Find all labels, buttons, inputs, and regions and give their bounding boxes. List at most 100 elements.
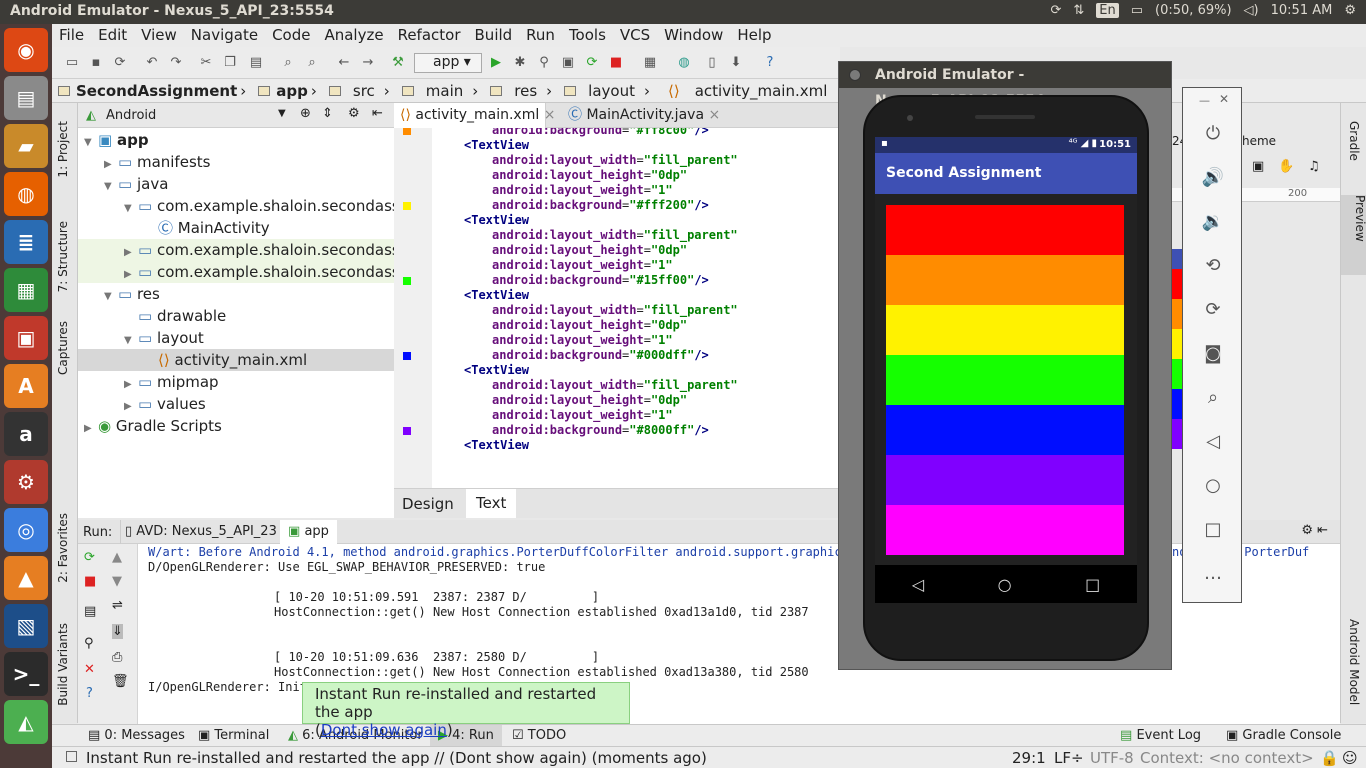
avd-manager-icon[interactable]: ▯ [704,55,720,71]
breadcrumb-file[interactable]: ⟨⟩ activity_main.xml [656,82,839,100]
writer-icon[interactable]: ≣ [4,220,48,264]
pan-hand-icon[interactable]: ✋ [1278,159,1294,174]
text-tab[interactable]: Text [466,489,517,518]
more-icon[interactable]: … [1199,560,1227,588]
notification-bell-icon[interactable]: ♫ [1308,159,1320,174]
close-tab-icon[interactable]: × [708,107,720,123]
back-nav-icon[interactable]: ← [336,55,352,71]
project-tool-tab[interactable]: 1: Project [56,121,70,178]
coverage-icon[interactable]: ▣ [560,55,576,71]
close-run-icon[interactable]: ✕ [84,662,95,677]
close-window-icon[interactable] [849,69,861,81]
context-indicator[interactable]: Context: <no context> [1140,749,1314,767]
expand-arrow-icon[interactable]: ▶ [124,264,138,283]
nav-recents-icon[interactable]: □ [1085,575,1100,594]
battery-status[interactable]: (0:50, 69%) [1155,3,1232,18]
android-model-tool-tab[interactable]: Android Model [1347,619,1361,705]
gradle-console-tab[interactable]: ▣ Gradle Console [1226,728,1341,743]
tab-activity-main[interactable]: ⟨⟩ activity_main.xml × [394,103,555,128]
caret-position[interactable]: 29:1 [1012,749,1046,767]
build-variants-tool-tab[interactable]: Build Variants [56,623,70,706]
project-view-select[interactable]: Android [106,108,156,123]
scroll-up-icon[interactable]: ▲ [112,550,122,565]
stop-icon[interactable]: ■ [608,55,624,71]
color-swatch-icon[interactable] [403,277,411,285]
settings-icon[interactable]: ⚙ [4,460,48,504]
expand-arrow-icon[interactable]: ▼ [104,286,118,305]
design-tab[interactable]: Design [402,495,454,513]
menu-code[interactable]: Code [265,24,317,47]
menu-edit[interactable]: Edit [91,24,134,47]
terminal-tab[interactable]: ▣ Terminal [198,728,269,743]
tree-item[interactable]: ▼ ▭ res [78,283,394,305]
tree-item[interactable]: ▶ ▭ values [78,393,394,415]
make-project-icon[interactable]: ⚒ [390,55,406,71]
soft-wrap-icon[interactable]: ⇌ [112,598,123,613]
clear-all-icon[interactable]: 🗑 [112,674,129,689]
volume-down-icon[interactable]: 🔉 [1199,208,1227,236]
expand-arrow-icon[interactable]: ▶ [84,418,98,437]
power-menu-icon[interactable]: ⚙ [1344,3,1356,18]
pin-tab-icon[interactable]: ⚲ [84,636,94,651]
breadcrumb-res[interactable]: res › [484,82,558,100]
menu-navigate[interactable]: Navigate [184,24,265,47]
volume-up-icon[interactable]: 🔊 [1199,164,1227,192]
tab-main-activity[interactable]: Ⓒ MainActivity.java × [562,103,720,128]
tree-item[interactable]: ▼ ▣ app [78,129,394,151]
system-tray[interactable]: ⟳ ⇅ En ▭ (0:50, 69%) ◁) 10:51 AM ⚙ [1050,3,1356,18]
tree-item[interactable]: ▶ ◉ Gradle Scripts [78,415,394,437]
run-settings-icon[interactable]: ⚙ ⇤ [1301,523,1328,538]
theme-label[interactable]: heme [1242,134,1276,148]
expand-arrow-icon[interactable]: ▼ [124,330,138,349]
volume-icon[interactable]: ◁) [1244,3,1259,18]
tree-item[interactable]: ▶ ▭ com.example.shaloin.secondassig [78,239,394,261]
forward-nav-icon[interactable]: → [360,55,376,71]
menu-run[interactable]: Run [519,24,562,47]
expand-arrow-icon[interactable]: ▼ [84,132,98,151]
gradle-tool-tab[interactable]: Gradle [1347,121,1361,161]
breadcrumb-layout[interactable]: layout › [558,82,656,100]
run-tab-app[interactable]: ▣ app [280,520,337,544]
redo-icon[interactable]: ↷ [168,55,184,71]
attach-debugger-icon[interactable]: ⚲ [536,55,552,71]
cut-icon[interactable]: ✂ [198,55,214,71]
target-icon[interactable]: ⊕ [300,106,311,121]
breadcrumb-app[interactable]: app › [252,82,323,100]
clock[interactable]: 10:51 AM [1271,3,1333,18]
help-icon[interactable]: ? [86,686,93,701]
vlc-icon[interactable]: ▲ [4,556,48,600]
expand-arrow-icon[interactable]: ▶ [124,396,138,415]
expand-arrow-icon[interactable]: ▼ [124,198,138,217]
help-icon[interactable]: ? [762,55,778,71]
menu-analyze[interactable]: Analyze [317,24,390,47]
expand-arrow-icon[interactable]: ▶ [104,154,118,173]
run-config-select[interactable]: app ▾ [414,53,482,73]
power-icon[interactable]: ⏻ [1199,120,1227,148]
event-log-tab[interactable]: ▤ Event Log [1120,728,1201,743]
dont-show-again-link[interactable]: Dont show again [321,721,447,739]
tree-item[interactable]: ▶ ▭ com.example.shaloin.secondassig [78,261,394,283]
color-swatch-icon[interactable] [403,128,411,135]
scroll-to-end-icon[interactable]: ⇓ [112,624,123,639]
lock-icon[interactable]: 🔒 [1320,749,1339,767]
tree-item[interactable]: Ⓒ MainActivity [78,217,394,239]
structure-tool-tab[interactable]: 7: Structure [56,221,70,292]
color-swatch-icon[interactable] [403,202,411,210]
software-icon[interactable]: A [4,364,48,408]
menu-build[interactable]: Build [468,24,520,47]
tool-window-toggle-icon[interactable] [66,751,77,762]
menu-vcs[interactable]: VCS [613,24,657,47]
expand-arrow-icon[interactable]: ▶ [124,242,138,261]
project-structure-icon[interactable]: ▦ [642,55,658,71]
sdk-manager-icon[interactable]: ⬇ [728,55,744,71]
camera-icon[interactable]: ◙ [1199,340,1227,368]
preview-tool-tab[interactable]: Preview [1341,195,1366,275]
overview-icon[interactable]: □ [1199,516,1227,544]
tree-item[interactable]: ▶ ▭ manifests [78,151,394,173]
undo-icon[interactable]: ↶ [144,55,160,71]
android-studio-icon[interactable]: ◭ [4,700,48,744]
color-swatch-icon[interactable] [403,352,411,360]
tree-item[interactable]: ⟨⟩ activity_main.xml [78,349,394,371]
files-icon[interactable]: ▤ [4,76,48,120]
chrome-icon[interactable]: ◎ [4,508,48,552]
